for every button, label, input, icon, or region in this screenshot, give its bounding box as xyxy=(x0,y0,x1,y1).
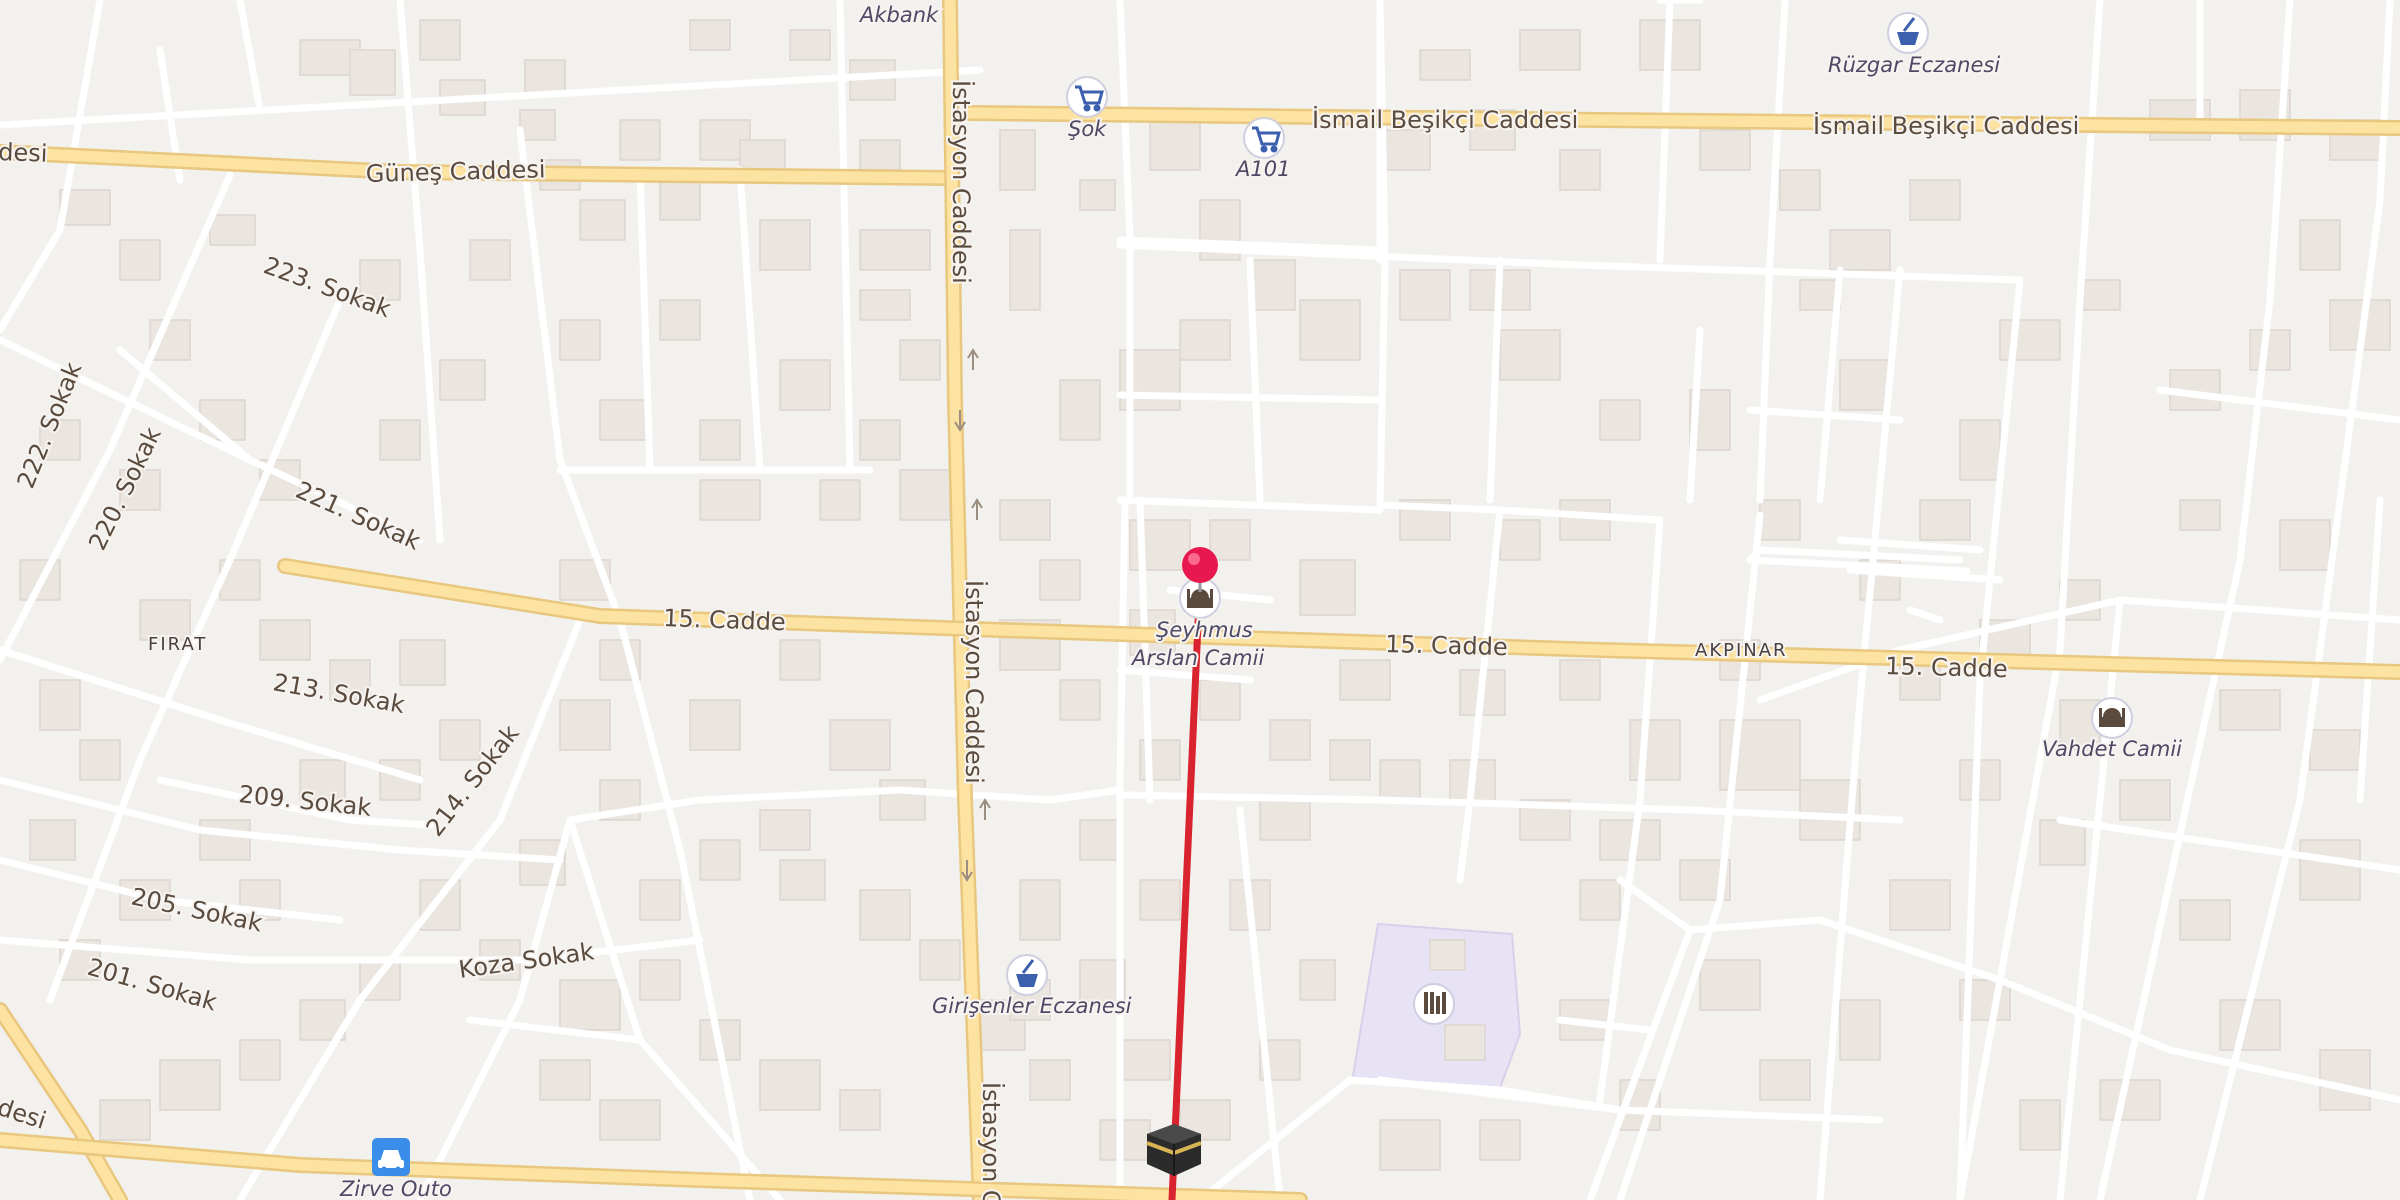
poi-label-mosque-line2[interactable]: Arslan Camii xyxy=(1128,644,1266,672)
street-label-gunes: Güneş Caddesi xyxy=(365,155,545,188)
street-label-15-cadde-1: 15. Cadde xyxy=(663,604,786,636)
street-label-ismail-2: İsmail Beşikçi Caddesi xyxy=(1813,111,2079,140)
poi-label-akbank[interactable]: Akbank xyxy=(856,1,941,29)
street-label-istasyon-1: İstasyon Caddesi xyxy=(947,80,976,284)
poi-label-a101[interactable]: A101 xyxy=(1232,155,1292,183)
poi-zirve-outo[interactable] xyxy=(372,1138,410,1176)
district-label-firat: FIRAT xyxy=(148,634,207,655)
street-label-209-sokak: 209. Sokak xyxy=(237,780,372,822)
kaaba-icon[interactable] xyxy=(1146,1124,1202,1176)
street-label-istasyon-3: İstasyon C xyxy=(977,1082,1006,1200)
street-label-istasyon-2: İstasyon Caddesi xyxy=(960,580,989,784)
poi-label-vahdet[interactable]: Vahdet Camii xyxy=(2040,735,2184,763)
street-label-15-cadde-3: 15. Cadde xyxy=(1885,652,2008,683)
map-canvas[interactable]: Güneş Caddesi İsmail Beşikçi Caddesi İsm… xyxy=(0,0,2400,1200)
street-label-desi-bottom: desi xyxy=(0,1093,50,1135)
poi-ruzgar-eczanesi[interactable] xyxy=(1887,12,1929,54)
poi-a101[interactable] xyxy=(1243,117,1285,159)
street-label-ismail-1: İsmail Beşikçi Caddesi xyxy=(1312,105,1578,134)
poi-label-zirve[interactable]: Zirve Outo xyxy=(337,1175,454,1200)
poi-girisenler-eczanesi[interactable] xyxy=(1006,954,1048,996)
poi-library[interactable] xyxy=(1413,983,1455,1025)
poi-label-sok[interactable]: Şok xyxy=(1066,115,1109,143)
street-label-201-sokak: 201. Sokak xyxy=(84,953,220,1017)
poi-vahdet-camii[interactable] xyxy=(2091,697,2133,739)
street-label-15-cadde-2: 15. Cadde xyxy=(1385,630,1508,661)
street-label-desi-top: desi xyxy=(0,138,48,168)
poi-label-mosque-line1[interactable]: Şeyhmus xyxy=(1154,616,1255,644)
poi-label-girisenler[interactable]: Girişenler Eczanesi xyxy=(930,992,1134,1020)
poi-sok[interactable] xyxy=(1066,76,1108,118)
street-label-221-sokak: 221. Sokak xyxy=(292,476,425,556)
poi-label-ruzgar[interactable]: Rüzgar Eczanesi xyxy=(1826,51,2002,79)
district-label-akpinar: AKPINAR xyxy=(1695,640,1788,661)
